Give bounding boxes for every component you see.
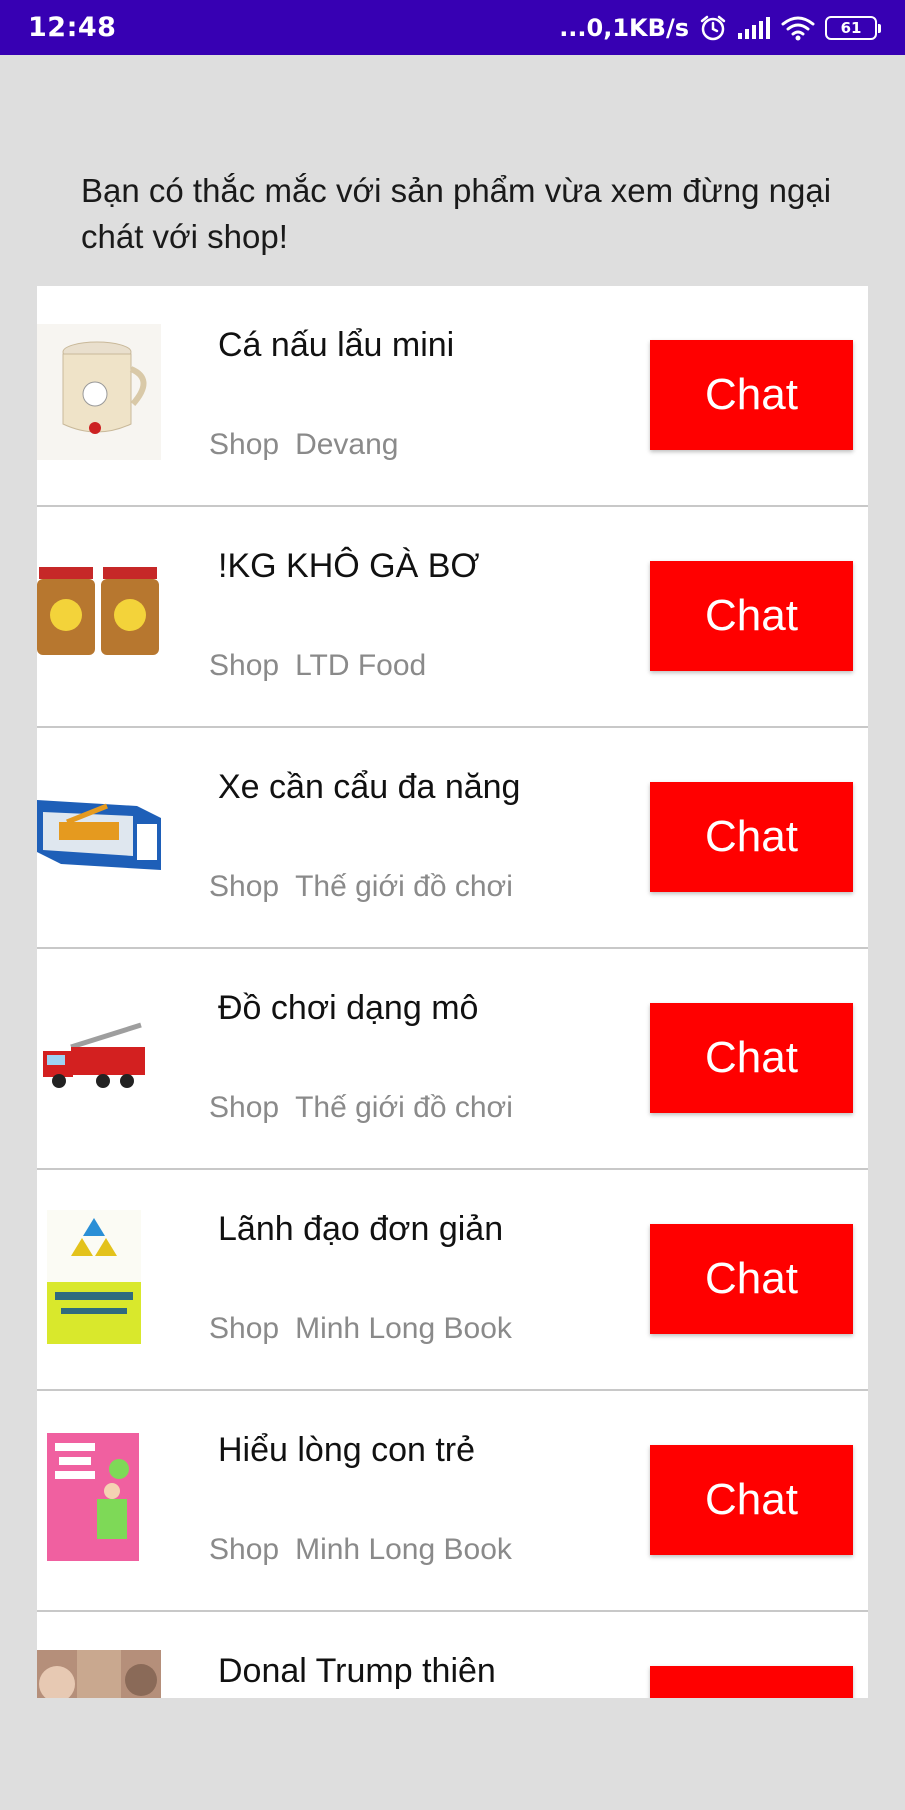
shop-info: Shop Minh Long Book: [209, 1312, 512, 1346]
product-thumbnail[interactable]: [37, 1429, 161, 1565]
list-item[interactable]: Donal Trump thiên Chat: [37, 1612, 868, 1698]
list-item[interactable]: Xe cần cẩu đa năng Shop Thế giới đồ chơi …: [37, 728, 868, 949]
list-item[interactable]: Lãnh đạo đơn giản Shop Minh Long Book Cha…: [37, 1170, 868, 1391]
shop-name[interactable]: Thế giới đồ chơi: [295, 1091, 513, 1124]
shop-info: Shop Minh Long Book: [209, 1533, 512, 1567]
chat-button[interactable]: Chat: [650, 1224, 853, 1334]
network-speed: ...0,1KB/s: [559, 14, 689, 42]
list-item[interactable]: Đồ chơi dạng mô Shop Thế giới đồ chơi Cha…: [37, 949, 868, 1170]
chat-button[interactable]: Chat: [650, 1445, 853, 1555]
shop-label: Shop: [209, 1312, 280, 1345]
battery-icon: 61: [825, 16, 881, 40]
chat-button[interactable]: Chat: [650, 1666, 853, 1698]
shop-label: Shop: [209, 649, 280, 682]
shop-info: Shop Devang: [209, 428, 398, 462]
alarm-icon: [699, 14, 727, 42]
chat-button[interactable]: Chat: [650, 561, 853, 671]
shop-info: Shop LTD Food: [209, 649, 426, 683]
shop-name[interactable]: Minh Long Book: [295, 1312, 512, 1345]
status-bar: 12:48 ...0,1KB/s 61: [0, 0, 905, 55]
chat-button[interactable]: Chat: [650, 340, 853, 450]
product-thumbnail[interactable]: [37, 1208, 161, 1344]
list-item[interactable]: Hiểu lòng con trẻ Shop Minh Long Book Cha…: [37, 1391, 868, 1612]
shop-info: Shop Thế giới đồ chơi: [209, 1091, 513, 1125]
chat-button[interactable]: Chat: [650, 782, 853, 892]
product-name: Cá nấu lẩu mini: [218, 326, 455, 364]
shop-name[interactable]: Minh Long Book: [295, 1533, 512, 1566]
product-name: Đồ chơi dạng mô: [218, 989, 479, 1027]
list-item[interactable]: !KG KHÔ GÀ BƠ Shop LTD Food Chat: [37, 507, 868, 728]
product-thumbnail[interactable]: [37, 324, 161, 460]
product-name: Hiểu lòng con trẻ: [218, 1431, 476, 1469]
shop-name[interactable]: Thế giới đồ chơi: [295, 870, 513, 903]
shop-name[interactable]: LTD Food: [295, 649, 426, 682]
product-thumbnail[interactable]: [37, 545, 161, 681]
product-list[interactable]: Cá nấu lẩu mini Shop Devang Chat !KG KHÔ …: [37, 286, 868, 1698]
product-thumbnail[interactable]: [37, 987, 161, 1123]
product-name: Xe cần cẩu đa năng: [218, 768, 521, 806]
product-name: !KG KHÔ GÀ BƠ: [218, 547, 480, 585]
signal-icon: [737, 15, 771, 41]
shop-label: Shop: [209, 870, 280, 903]
product-name: Lãnh đạo đơn giản: [218, 1210, 504, 1248]
product-name: Donal Trump thiên: [218, 1652, 496, 1690]
shop-label: Shop: [209, 428, 280, 461]
shop-label: Shop: [209, 1533, 280, 1566]
chat-button[interactable]: Chat: [650, 1003, 853, 1113]
status-time: 12:48: [28, 12, 117, 43]
list-item[interactable]: Cá nấu lẩu mini Shop Devang Chat: [37, 286, 868, 507]
shop-name[interactable]: Devang: [295, 428, 398, 461]
wifi-icon: [781, 15, 815, 41]
status-icons: ...0,1KB/s 61: [559, 10, 881, 46]
intro-message: Bạn có thắc mắc với sản phẩm vừa xem đừn…: [81, 172, 832, 255]
product-thumbnail[interactable]: [37, 766, 161, 902]
shop-info: Shop Thế giới đồ chơi: [209, 870, 513, 904]
product-thumbnail[interactable]: [37, 1650, 161, 1698]
shop-label: Shop: [209, 1091, 280, 1124]
